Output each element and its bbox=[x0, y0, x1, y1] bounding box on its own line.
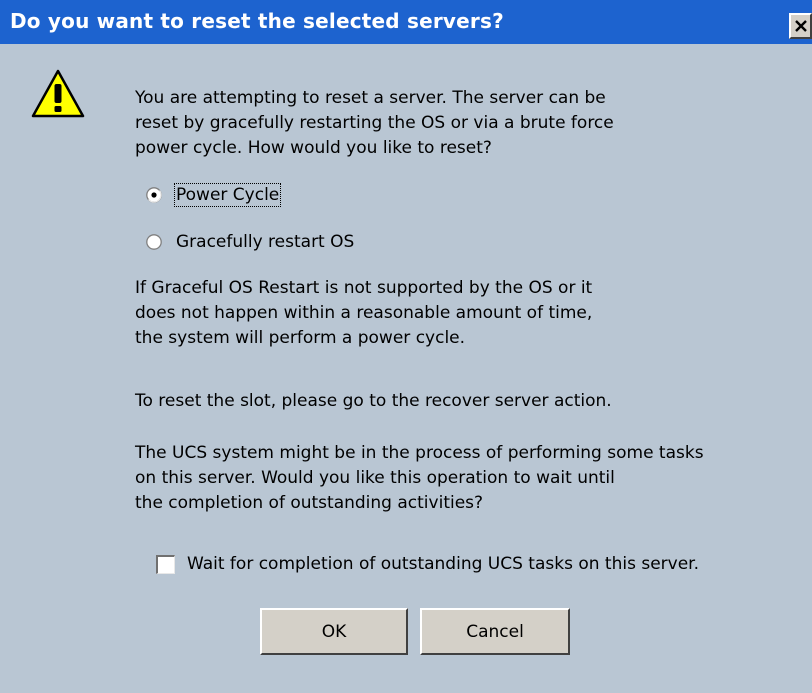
wait-for-completion-option[interactable]: Wait for completion of outstanding UCS t… bbox=[156, 551, 699, 577]
intro-line: You are attempting to reset a server. Th… bbox=[135, 88, 606, 108]
reset-server-dialog: Do you want to reset the selected server… bbox=[0, 0, 812, 693]
wait-for-completion-label[interactable]: Wait for completion of outstanding UCS t… bbox=[187, 554, 699, 574]
close-icon bbox=[794, 20, 807, 32]
ucs-note-line: the completion of outstanding activities… bbox=[135, 493, 484, 513]
graceful-note-line: the system will perform a power cycle. bbox=[135, 328, 466, 348]
radio-power-cycle-label[interactable]: Power Cycle bbox=[173, 183, 282, 207]
dialog-title: Do you want to reset the selected server… bbox=[10, 9, 504, 33]
ucs-note: The UCS system might be in the process o… bbox=[135, 441, 704, 516]
ucs-note-line: on this server. Would you like this oper… bbox=[135, 468, 615, 488]
ok-button[interactable]: OK bbox=[260, 608, 408, 655]
wait-for-completion-checkbox[interactable] bbox=[156, 554, 175, 574]
close-button[interactable] bbox=[789, 13, 812, 39]
dialog-titlebar[interactable]: Do you want to reset the selected server… bbox=[0, 0, 812, 44]
intro-line: reset by gracefully restarting the OS or… bbox=[135, 113, 614, 133]
slot-note: To reset the slot, please go to the reco… bbox=[135, 391, 612, 411]
graceful-note-line: If Graceful OS Restart is not supported … bbox=[135, 278, 593, 298]
warning-icon bbox=[30, 68, 86, 120]
intro-text: You are attempting to reset a server. Th… bbox=[135, 86, 614, 161]
cancel-button[interactable]: Cancel bbox=[420, 608, 570, 655]
radio-graceful-restart-label[interactable]: Gracefully restart OS bbox=[176, 232, 354, 252]
intro-line: power cycle. How would you like to reset… bbox=[135, 138, 492, 158]
graceful-note: If Graceful OS Restart is not supported … bbox=[135, 276, 592, 351]
ucs-note-line: The UCS system might be in the process o… bbox=[135, 443, 704, 463]
radio-power-cycle[interactable]: Power Cycle bbox=[146, 182, 282, 208]
graceful-note-line: does not happen within a reasonable amou… bbox=[135, 303, 593, 323]
radio-selected-icon[interactable] bbox=[146, 187, 162, 203]
radio-unselected-icon[interactable] bbox=[146, 234, 162, 250]
radio-graceful-restart[interactable]: Gracefully restart OS bbox=[146, 229, 354, 255]
